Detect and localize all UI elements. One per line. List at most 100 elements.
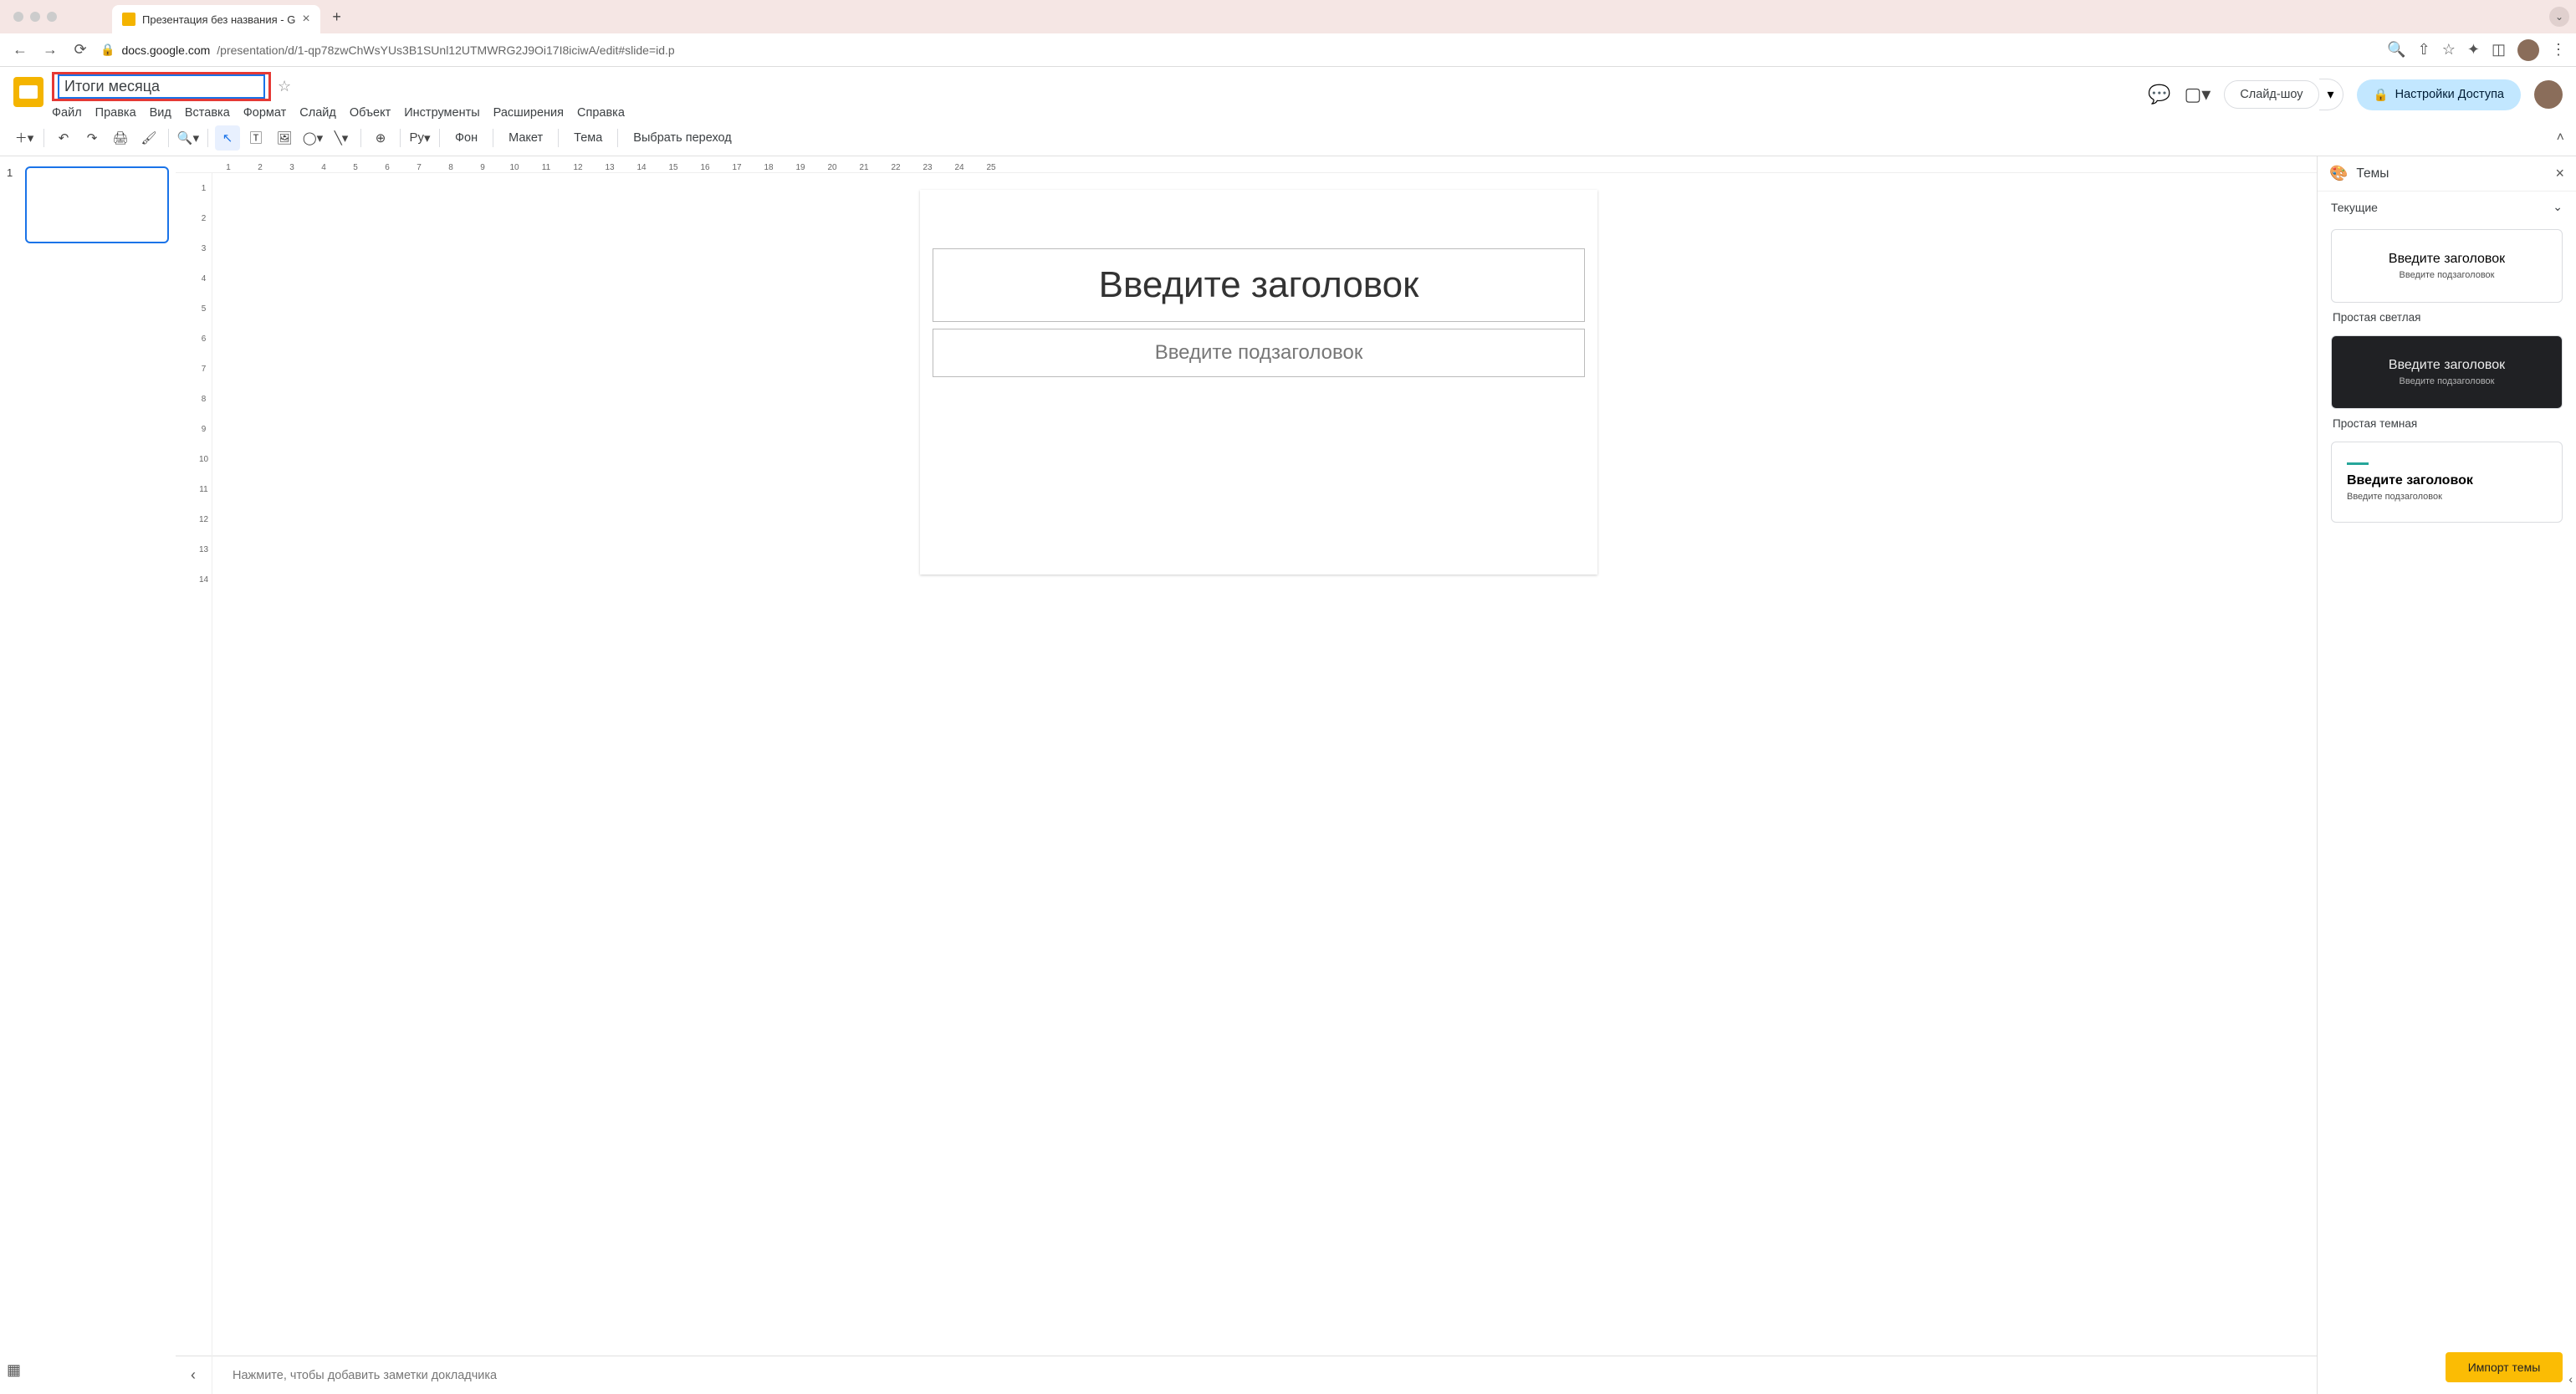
share-url-icon[interactable]: ⇧: [2418, 41, 2430, 59]
title-placeholder[interactable]: Введите заголовок: [933, 248, 1585, 322]
zoom-dropdown[interactable]: 🔍▾: [176, 125, 201, 151]
separator: [617, 129, 618, 147]
themes-header: 🎨 Темы ×: [2318, 156, 2576, 191]
new-slide-button[interactable]: ＋▾: [12, 125, 37, 151]
import-theme-button[interactable]: Импорт темы: [2446, 1352, 2563, 1382]
theme-card-light[interactable]: Введите заголовок Введите подзаголовок: [2331, 229, 2563, 303]
horizontal-ruler: 1234567891011121314151617181920212223242…: [176, 156, 2317, 173]
image-tool[interactable]: 🖼: [272, 125, 297, 151]
speaker-notes[interactable]: ‹ Нажмите, чтобы добавить заметки доклад…: [176, 1356, 2317, 1394]
bookmark-icon[interactable]: ☆: [2442, 41, 2456, 59]
slide-canvas[interactable]: Введите заголовок Введите подзаголовок: [920, 190, 1597, 574]
slides-favicon-icon: [122, 13, 135, 26]
minimize-window-icon[interactable]: [30, 12, 40, 22]
browser-chrome: Презентация без названия - G × + ⌄ ← → ⟳…: [0, 0, 2576, 67]
star-icon[interactable]: ☆: [278, 78, 291, 95]
account-avatar[interactable]: [2534, 80, 2563, 109]
title-area: ☆ Файл Правка Вид Вставка Формат Слайд О…: [52, 72, 625, 120]
script-dropdown[interactable]: Py ▾: [407, 125, 432, 151]
print-button[interactable]: 🖨: [108, 125, 133, 151]
theme-name-dark: Простая темная: [2331, 416, 2563, 435]
url-domain: docs.google.com: [121, 43, 210, 57]
menu-bar: Файл Правка Вид Вставка Формат Слайд Объ…: [52, 106, 625, 120]
url-actions: 🔍 ⇧ ☆ ✦ ◫ ⋮: [2387, 39, 2566, 61]
app-header: ☆ Файл Правка Вид Вставка Формат Слайд О…: [0, 67, 2576, 120]
doc-title-input[interactable]: [58, 74, 265, 99]
lock-icon: 🔒: [100, 43, 115, 57]
theme-card-dark[interactable]: Введите заголовок Введите подзаголовок: [2331, 335, 2563, 409]
tabs-dropdown-button[interactable]: ⌄: [2549, 7, 2569, 27]
menu-help[interactable]: Справка: [577, 106, 625, 120]
themes-list[interactable]: Введите заголовок Введите подзаголовок П…: [2318, 222, 2576, 1344]
menu-insert[interactable]: Вставка: [185, 106, 230, 120]
collapse-toolbar-icon[interactable]: ˄: [2557, 130, 2564, 146]
close-panel-icon[interactable]: ×: [2555, 165, 2564, 182]
menu-slide[interactable]: Слайд: [299, 106, 336, 120]
separator: [400, 129, 401, 147]
background-button[interactable]: Фон: [447, 131, 486, 145]
menu-file[interactable]: Файл: [52, 106, 82, 120]
notes-placeholder: Нажмите, чтобы добавить заметки докладчи…: [233, 1369, 497, 1382]
separator: [207, 129, 208, 147]
themes-panel: 🎨 Темы × Текущие ⌄ Введите заголовок Вве…: [2317, 156, 2576, 1394]
profile-avatar-icon[interactable]: [2517, 39, 2539, 61]
separator: [558, 129, 559, 147]
close-tab-icon[interactable]: ×: [302, 12, 309, 27]
select-tool[interactable]: ↖: [215, 125, 240, 151]
reload-button[interactable]: ⟳: [70, 40, 90, 60]
address-bar[interactable]: 🔒 docs.google.com/presentation/d/1-qp78z…: [100, 43, 2377, 57]
kebab-menu-icon[interactable]: ⋮: [2551, 41, 2566, 59]
line-tool[interactable]: ╲▾: [329, 125, 354, 151]
paint-format-button[interactable]: 🖌: [136, 125, 161, 151]
menu-edit[interactable]: Правка: [95, 106, 136, 120]
slides-app: ☆ Файл Правка Вид Вставка Формат Слайд О…: [0, 67, 2576, 1394]
forward-button[interactable]: →: [40, 40, 60, 60]
window-controls[interactable]: [13, 12, 57, 22]
menu-format[interactable]: Формат: [243, 106, 287, 120]
slide-number: 1: [7, 166, 18, 243]
slideshow-dropdown[interactable]: ▾: [2319, 79, 2343, 110]
theme-card-accent[interactable]: Введите заголовок Введите подзаголовок: [2331, 442, 2563, 523]
meet-camera-icon[interactable]: ▢▾: [2184, 84, 2211, 105]
subtitle-placeholder[interactable]: Введите подзаголовок: [933, 329, 1585, 377]
main: 1 ▦ 123456789101112131415161718192021222…: [0, 156, 2576, 1394]
slide-filmstrip: 1 ▦: [0, 156, 176, 1394]
zoom-icon[interactable]: 🔍: [2387, 41, 2405, 59]
share-button[interactable]: 🔒 Настройки Доступа: [2357, 79, 2521, 110]
separator: [43, 129, 44, 147]
new-tab-button[interactable]: +: [325, 5, 349, 28]
redo-button[interactable]: ↷: [79, 125, 105, 151]
close-window-icon[interactable]: [13, 12, 23, 22]
transition-button[interactable]: Выбрать переход: [625, 131, 739, 145]
comments-icon[interactable]: 💬: [2148, 84, 2170, 105]
maximize-window-icon[interactable]: [47, 12, 57, 22]
slide-thumbnail-1[interactable]: [25, 166, 169, 243]
menu-arrange[interactable]: Объект: [350, 106, 391, 120]
collapse-side-icon[interactable]: ‹: [2568, 1372, 2573, 1386]
shape-tool[interactable]: ◯▾: [300, 125, 325, 151]
textbox-tool[interactable]: 🅃: [243, 125, 268, 151]
panel-icon[interactable]: ◫: [2492, 41, 2506, 59]
title-highlight: [52, 72, 271, 101]
browser-tab[interactable]: Презентация без названия - G ×: [112, 5, 320, 33]
toolbar: ＋▾ ↶ ↷ 🖨 🖌 🔍▾ ↖ 🅃 🖼 ◯▾ ╲▾ ⊕ Py ▾ Фон Мак…: [0, 120, 2576, 156]
theme-button[interactable]: Тема: [565, 131, 611, 145]
themes-title: Темы: [2356, 166, 2547, 181]
grid-view-icon[interactable]: ▦: [7, 1361, 21, 1379]
url-path: /presentation/d/1-qp78zwChWsYUs3B1SUnl12…: [217, 43, 674, 57]
undo-button[interactable]: ↶: [51, 125, 76, 151]
menu-extensions[interactable]: Расширения: [493, 106, 564, 120]
extensions-icon[interactable]: ✦: [2467, 41, 2480, 59]
menu-view[interactable]: Вид: [150, 106, 171, 120]
lock-icon: 🔒: [2374, 88, 2389, 102]
vertical-ruler: 1234567891011121314: [196, 173, 212, 1394]
menu-tools[interactable]: Инструменты: [404, 106, 479, 120]
slides-logo-icon[interactable]: [13, 77, 43, 107]
canvas-scroll[interactable]: Введите заголовок Введите подзаголовок: [176, 173, 2317, 1356]
layout-button[interactable]: Макет: [500, 131, 551, 145]
theme-name-light: Простая светлая: [2331, 309, 2563, 329]
back-button[interactable]: ←: [10, 40, 30, 60]
slideshow-button[interactable]: Слайд-шоу: [2224, 80, 2318, 109]
comment-tool[interactable]: ⊕: [368, 125, 393, 151]
themes-current-dropdown[interactable]: Текущие ⌄: [2318, 191, 2576, 222]
